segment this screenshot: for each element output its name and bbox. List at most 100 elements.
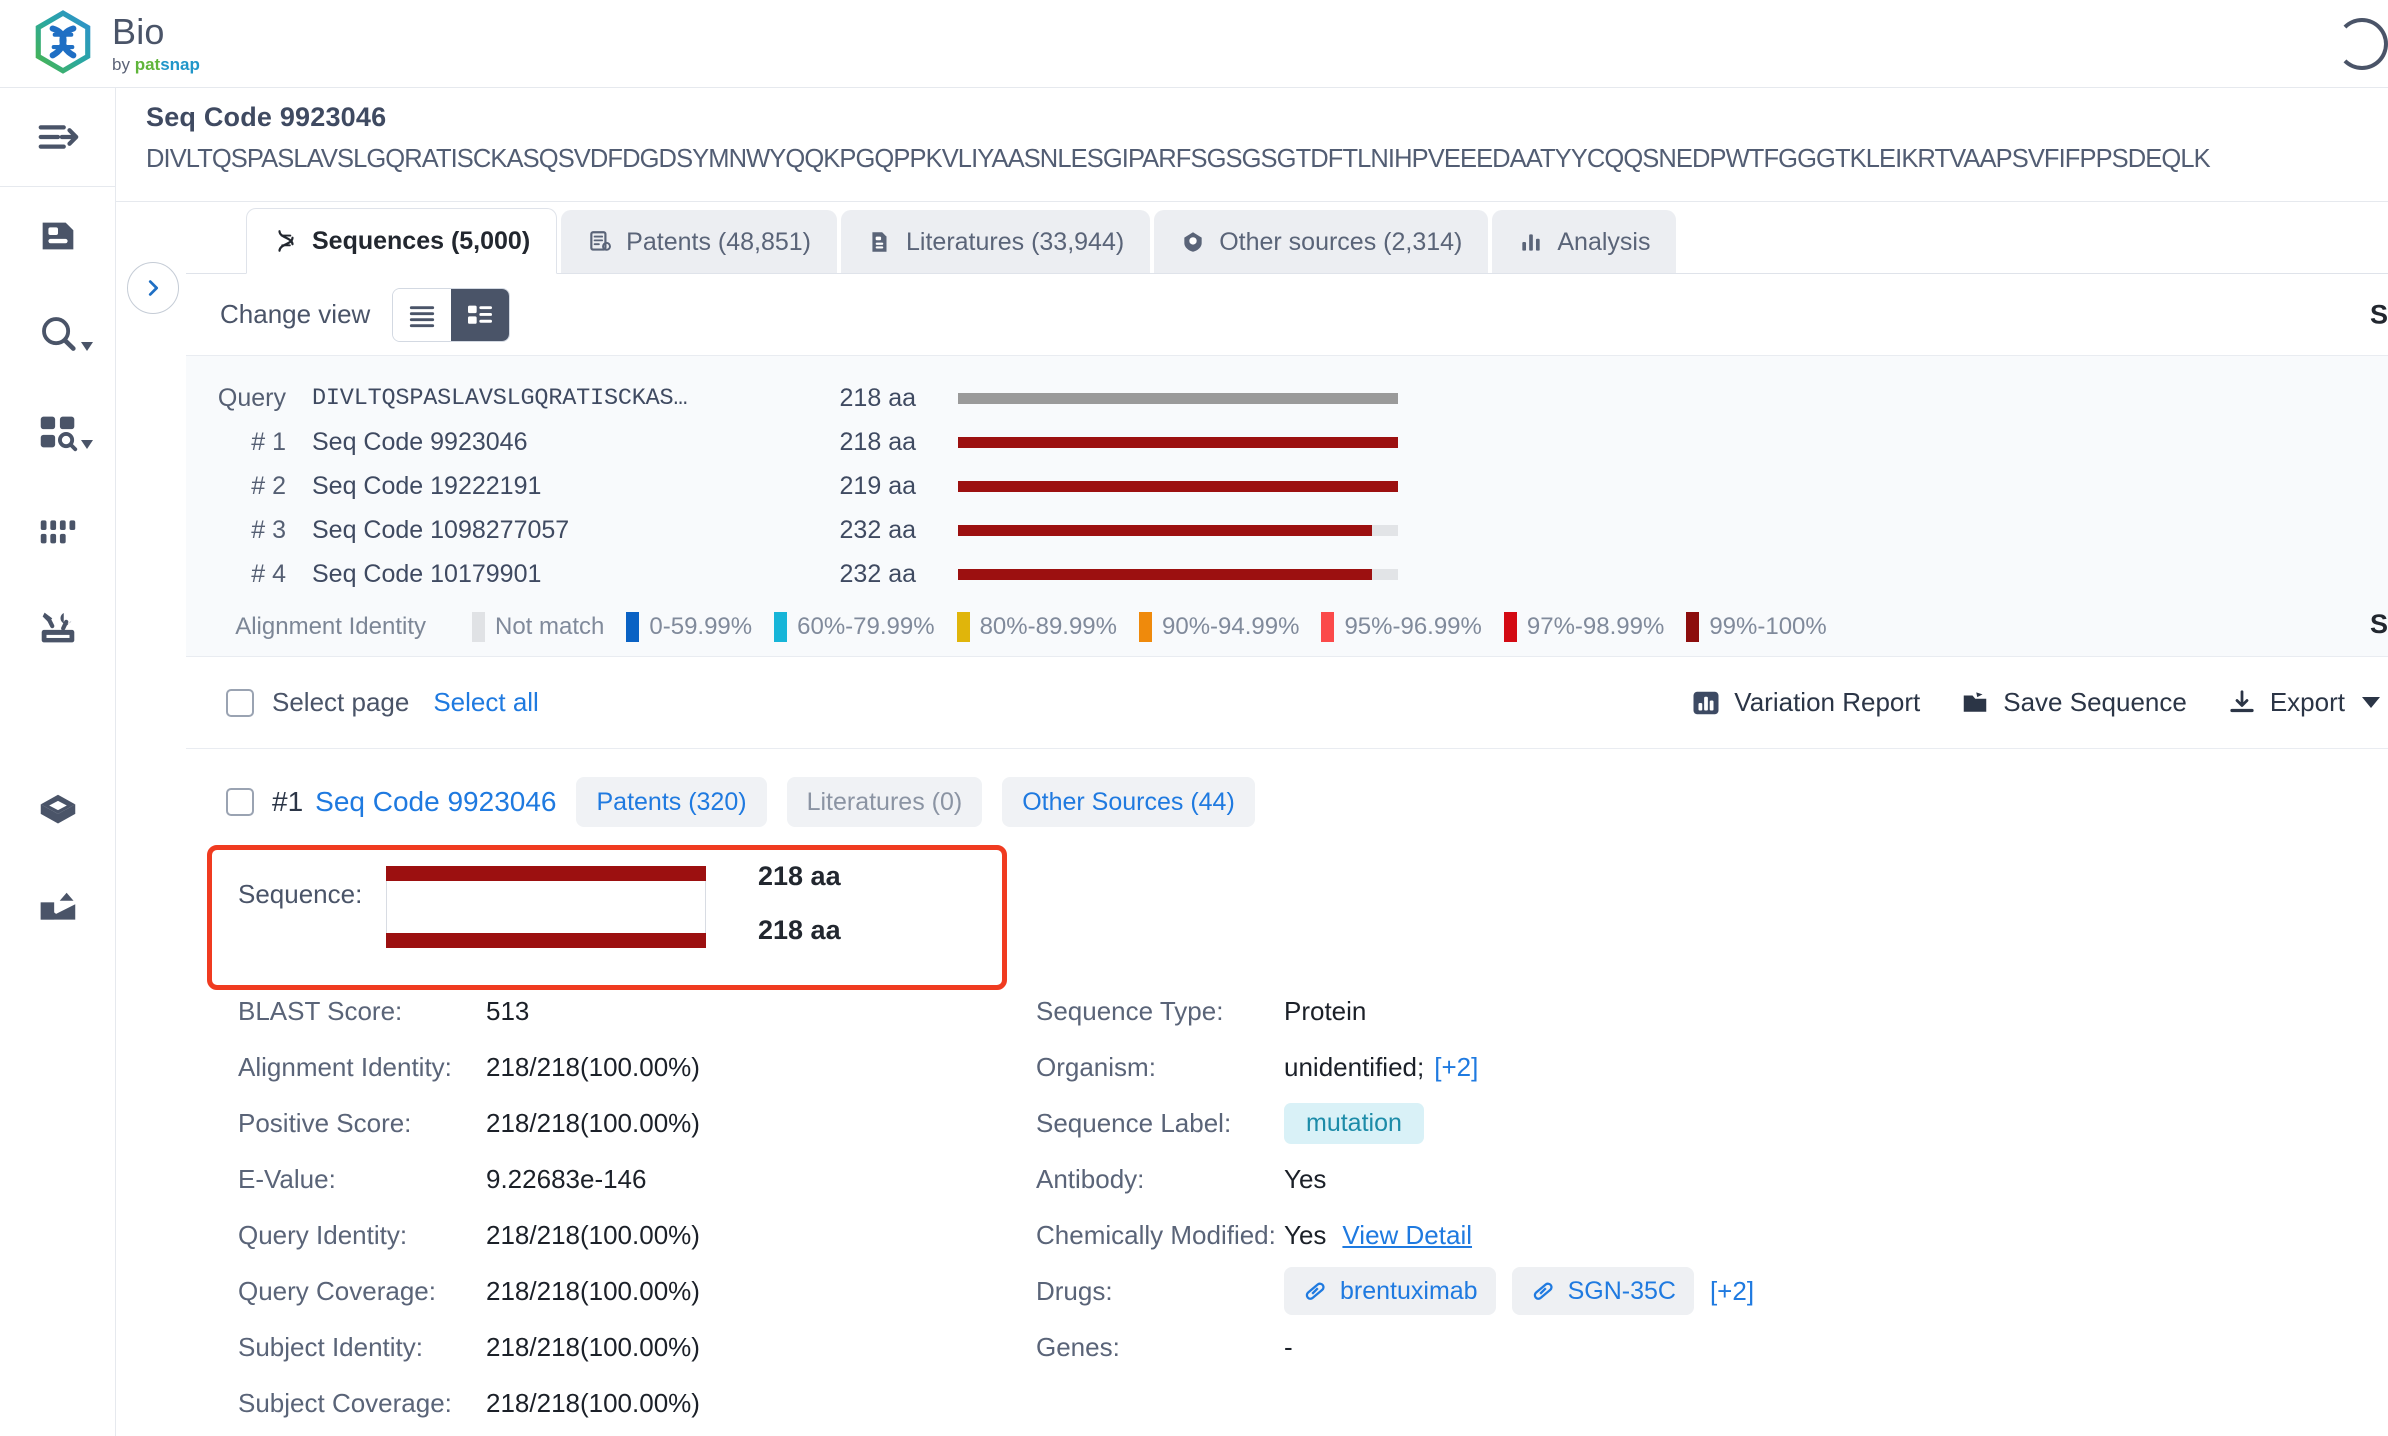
inbox-upload-icon [40,892,75,920]
legend-label: 80%-89.99% [979,613,1117,640]
expand-arrow-icon [38,125,78,149]
detail-key: Drugs: [1036,1275,1113,1306]
view-detail-link[interactable]: View Detail [1342,1220,1472,1251]
chevron-down-icon [2362,697,2380,708]
grid-dots-icon [40,520,75,544]
legend-label: 60%-79.99% [797,613,935,640]
tab-other-sources-label: Other sources (2,314) [1219,227,1463,256]
expand-panel-button[interactable] [127,262,179,314]
legend-item: 0-59.99% [626,612,752,642]
brand-pat: pat [134,55,161,74]
tab-other-sources[interactable]: Other sources (2,314) [1154,210,1489,274]
detail-row-subject-identity: Subject Identity: 218/218(100.00%) [238,1319,938,1375]
detail-value: 218/218(100.00%) [486,1107,700,1138]
alignment-row-length: 218 aa [839,427,916,456]
download-icon [2230,689,2254,712]
alignment-row-name[interactable]: Seq Code 10179901 [286,560,796,589]
chem-mod-value: Yes [1284,1219,1327,1250]
drug-chip[interactable]: brentuximab [1284,1267,1496,1315]
detail-value: 218/218(100.00%) [486,1331,700,1362]
alignment-row-name[interactable]: Seq Code 9923046 [286,428,796,457]
alignment-summary: Query DIVLTQSPASLAVSLGQRATISCKAS… 218 aa… [186,356,2388,657]
rail-item-expand-sidebar[interactable] [0,88,115,186]
folder-icon [1964,691,1987,712]
rail-item-tools[interactable] [0,579,115,677]
result-checkbox[interactable] [226,788,254,816]
dna-icon [278,230,294,252]
main-panel: Sequences (5,000) Patents (48,851) Liter… [116,202,2388,1436]
alignment-row-no: # 3 [251,515,286,544]
list-view-icon [410,305,435,327]
rail-item-document[interactable] [0,187,115,285]
detail-row-query-identity: Query Identity: 218/218(100.00%) [238,1207,938,1263]
result-pill-other-sources[interactable]: Other Sources (44) [1002,777,1255,827]
literature-icon [872,232,887,252]
tab-patents[interactable]: Patents (48,851) [561,210,838,274]
rail-item-inbox-upload[interactable] [0,861,115,959]
detail-value: Protein [1284,995,1367,1026]
dna-hexagon-logo-icon [35,9,91,74]
organism-more-link[interactable]: [+2] [1434,1052,1478,1083]
legend-item: 60%-79.99% [774,612,935,642]
change-view-bar: Change view S [186,274,2388,356]
result-seq-code-link[interactable]: Seq Code 9923046 [315,786,556,818]
tab-literatures[interactable]: Literatures (33,944) [841,210,1151,274]
tab-sequences[interactable]: Sequences (5,000) [246,208,558,274]
sequence-graphic-row: Sequence: 218 aa 218 aa [238,853,2388,963]
user-avatar-area[interactable] [2336,18,2388,70]
rail-item-grid-dots[interactable] [0,481,115,579]
brand-logo-block[interactable]: Bio by patsnap [32,9,200,78]
drugs-more-link[interactable]: [+2] [1710,1276,1754,1307]
export-button[interactable]: Export [2227,687,2380,718]
card-view-button[interactable] [451,288,510,341]
alignment-row-name[interactable]: Seq Code 19222191 [286,472,796,501]
details-left-column: BLAST Score: 513 Alignment Identity: 218… [238,983,938,1431]
legend-label: 95%-96.99% [1344,613,1482,640]
result-pill-patents[interactable]: Patents (320) [576,777,767,827]
detail-row-sequence-type: Sequence Type: Protein [1036,983,2136,1039]
detail-value: 218/218(100.00%) [486,1219,700,1250]
avatar[interactable] [2336,18,2388,70]
select-page-checkbox[interactable] [226,688,254,717]
detail-key: Positive Score: [238,1107,412,1138]
detail-key: E-Value: [238,1163,336,1194]
cube-icon [40,794,75,824]
change-view-label: Change view [220,299,371,329]
save-sequence-button[interactable]: Save Sequence [1960,687,2187,718]
legend-label: Not match [495,613,605,640]
variation-report-button[interactable]: Variation Report [1691,687,1920,718]
rail-item-cube[interactable] [0,763,115,861]
chevron-down-icon [81,342,93,351]
detail-row-blast-score: BLAST Score: 513 [238,983,938,1039]
alignment-legend: Alignment Identity Not match 0-59.99% 60… [186,596,2388,642]
drug-chip[interactable]: SGN-35C [1511,1267,1694,1315]
view-toggle-group[interactable] [392,287,511,342]
chevron-right-icon [148,280,159,296]
detail-key: Alignment Identity: [238,1051,452,1082]
tab-analysis-label: Analysis [1557,227,1651,256]
result-pill-literatures[interactable]: Literatures (0) [786,777,983,827]
bar-chart-icon [1693,691,1719,714]
result-index: #1 [272,786,304,817]
select-all-link[interactable]: Select all [433,687,539,718]
rail-item-grid-search[interactable] [0,383,115,481]
sequence-alignment-graphic[interactable] [386,866,706,948]
detail-row-alignment-identity: Alignment Identity: 218/218(100.00%) [238,1039,938,1095]
drug-name: brentuximab [1340,1276,1478,1305]
legend-item: 80%-89.99% [956,612,1117,642]
sequence-header: Seq Code 9923046 DIVLTQSPASLAVSLGQRATISC… [116,88,2388,202]
legend-right-cutoff: S [2369,609,2388,639]
tab-bar: Sequences (5,000) Patents (48,851) Liter… [186,202,2388,274]
detail-value: 9.22683e-146 [486,1163,647,1194]
detail-key: Organism: [1036,1051,1156,1082]
alignment-row-name[interactable]: Seq Code 1098277057 [286,516,796,545]
rail-item-search[interactable] [0,285,115,383]
drug-name: SGN-35C [1567,1276,1676,1305]
list-view-button[interactable] [393,288,452,341]
detail-key: Sequence Label: [1036,1107,1232,1138]
chevron-down-icon [81,440,93,449]
legend-label: 0-59.99% [649,613,753,640]
tab-analysis[interactable]: Analysis [1492,210,1677,274]
detail-key: Chemically Modified: [1036,1219,1276,1250]
status-badge[interactable]: mutation [1284,1102,1424,1144]
